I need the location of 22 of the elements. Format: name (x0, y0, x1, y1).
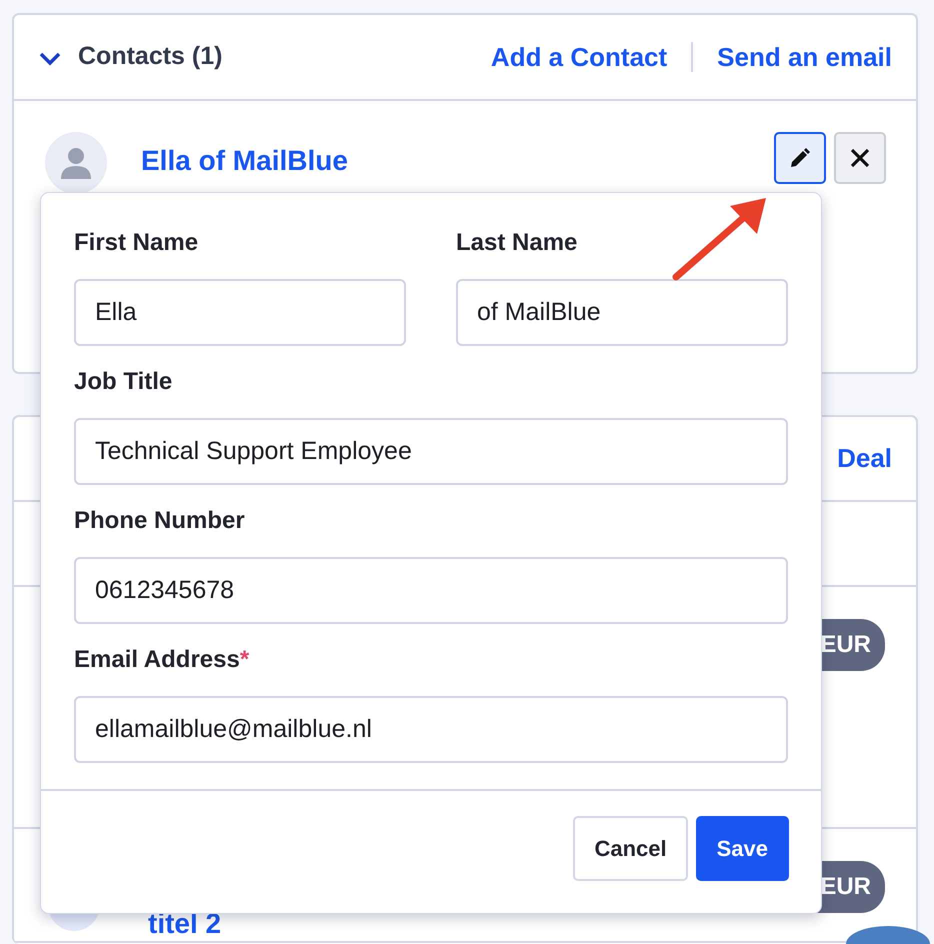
field-label: Job Title (74, 367, 174, 397)
pencil-icon (788, 146, 812, 170)
field-label: Email Address* (74, 645, 250, 675)
close-button[interactable] (834, 132, 886, 184)
add-deal-link[interactable]: Deal (837, 439, 892, 478)
input-field[interactable]: of MailBlue (456, 279, 788, 346)
input-field[interactable]: ellamailblue@mailblue.nl (74, 696, 788, 763)
contact-name[interactable]: Ella of MailBlue (141, 140, 348, 182)
save-button[interactable]: Save (696, 816, 789, 881)
input-field[interactable]: Ella (74, 279, 406, 346)
input-field[interactable]: 0612345678 (74, 557, 788, 624)
section-title: Contacts (1) (78, 41, 222, 72)
action-link[interactable]: Send an email (717, 38, 892, 76)
field-label: Last Name (456, 228, 578, 258)
edit-button[interactable] (774, 132, 826, 184)
field-label: Phone Number (74, 506, 246, 536)
close-icon (849, 146, 871, 169)
person-icon (61, 147, 91, 179)
field-label: First Name (74, 228, 200, 258)
input-field[interactable]: Technical Support Employee (74, 418, 788, 485)
cancel-button[interactable]: Cancel (573, 816, 688, 881)
action-link[interactable]: Add a Contact (490, 38, 668, 76)
